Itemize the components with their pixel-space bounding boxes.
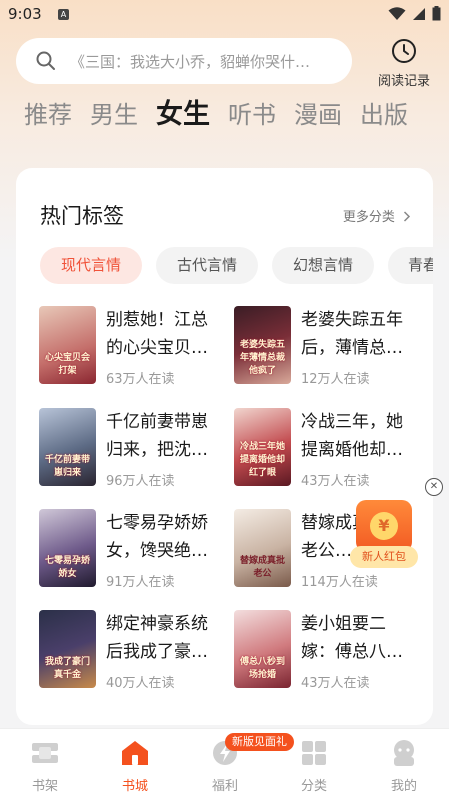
nav-bookshelf-label: 书架 (31, 779, 58, 794)
book-readers: 40万人在读 (106, 676, 175, 691)
book-title: 冷战三年，她提离婚他却… (301, 412, 403, 460)
book-readers: 91万人在读 (106, 575, 175, 590)
book-cover: 千亿前妻带崽归来 (39, 408, 96, 486)
tag-chips: 现代言情 古代言情 幻想言情 青春 (40, 247, 433, 285)
book-cover-title: 千亿前妻带崽归来 (44, 455, 90, 478)
book-readers: 12万人在读 (301, 372, 370, 387)
status-time: 9:03 (8, 5, 42, 23)
grid-category-icon (302, 741, 326, 765)
chevron-right-icon (403, 211, 411, 222)
nav-category-label: 分类 (300, 779, 327, 794)
reading-history-button[interactable]: 阅读记录 (371, 38, 437, 89)
chip-youth[interactable]: 青春 (388, 247, 433, 284)
new-user-red-packet[interactable]: ¥ 新人红包 (350, 500, 418, 572)
book-cover-title: 七零易孕娇娇女 (44, 556, 90, 579)
book-title: 姜小姐要二嫁：傅总八… (301, 614, 403, 662)
more-categories-link[interactable]: 更多分类 (343, 206, 411, 225)
tab-female[interactable]: 女生 (156, 92, 210, 131)
book-cover-title: 心尖宝贝会打架 (44, 353, 90, 376)
red-packet-label: 新人红包 (350, 546, 418, 568)
wifi-icon (388, 6, 406, 20)
book-readers: 96万人在读 (106, 474, 175, 489)
nav-profile[interactable]: 我的 (369, 739, 439, 794)
status-icons (388, 6, 441, 21)
book-item[interactable]: 心尖宝贝会打架 别惹她！江总的心尖宝贝… 63万人在读 (39, 306, 229, 387)
search-icon (36, 51, 55, 70)
nav-bookstore[interactable]: 书城 (100, 739, 170, 794)
user-avatar-icon (394, 740, 414, 766)
book-item[interactable]: 千亿前妻带崽归来 千亿前妻带崽归来，把沈… 96万人在读 (39, 408, 229, 489)
notification-app-icon: A (58, 9, 69, 20)
channel-tabs: 推荐 男生 女生 听书 漫画 出版 (24, 92, 408, 131)
more-categories-label: 更多分类 (342, 210, 395, 225)
book-item[interactable]: 我成了豪门真千金 绑定神豪系统后我成了豪… 40万人在读 (39, 610, 229, 691)
chip-fantasy-romance[interactable]: 幻想言情 (272, 247, 374, 284)
close-icon[interactable]: ✕ (425, 478, 443, 496)
nav-welfare-label: 福利 (211, 779, 238, 794)
book-cover: 老婆失踪五年薄情总裁他疯了 (234, 306, 291, 384)
nav-bookstore-label: 书城 (121, 779, 148, 794)
signal-icon (413, 7, 425, 20)
book-cover: 七零易孕娇娇女 (39, 509, 96, 587)
book-cover: 替嫁成真批老公 (234, 509, 291, 587)
search-bar[interactable]: 《三国：我选大小乔，貂蝉你哭什… (16, 38, 352, 84)
book-cover: 心尖宝贝会打架 (39, 306, 96, 384)
book-item[interactable]: 冷战三年她提离婚他却红了眼 冷战三年，她提离婚他却… 43万人在读 (234, 408, 424, 489)
book-cover: 我成了豪门真千金 (39, 610, 96, 688)
bottom-navigation: 书架 书城 福利 分类 我的 新版见面礼 (0, 728, 449, 799)
book-item[interactable]: 老婆失踪五年薄情总裁他疯了 老婆失踪五年后，薄情总… 12万人在读 (234, 306, 424, 387)
book-cover: 傅总八秒到场抢婚 (234, 610, 291, 688)
book-cover: 冷战三年她提离婚他却红了眼 (234, 408, 291, 486)
tab-audiobook[interactable]: 听书 (228, 95, 276, 130)
status-bar: 9:03 A (0, 0, 449, 30)
tab-recommend[interactable]: 推荐 (24, 95, 72, 130)
nav-profile-label: 我的 (390, 779, 417, 794)
book-cover-title: 冷战三年她提离婚他却红了眼 (239, 442, 285, 478)
book-title: 千亿前妻带崽归来，把沈… (106, 412, 208, 460)
book-item[interactable]: 七零易孕娇娇女 七零易孕娇娇女，馋哭绝… 91万人在读 (39, 509, 229, 590)
clock-icon (392, 39, 416, 63)
tab-comic[interactable]: 漫画 (294, 95, 342, 130)
book-title: 别惹她！江总的心尖宝贝… (106, 310, 208, 358)
book-item[interactable]: 傅总八秒到场抢婚 姜小姐要二嫁：傅总八… 43万人在读 (234, 610, 424, 691)
book-readers: 114万人在读 (301, 575, 378, 590)
hot-tags-title: 热门标签 (40, 204, 124, 228)
chip-ancient-romance[interactable]: 古代言情 (156, 247, 258, 284)
tab-male[interactable]: 男生 (90, 95, 138, 130)
bookshelf-icon (32, 743, 58, 763)
book-readers: 43万人在读 (301, 474, 370, 489)
chip-modern-romance[interactable]: 现代言情 (40, 247, 142, 284)
hot-tags-card: 热门标签 更多分类 现代言情 古代言情 幻想言情 青春 心尖宝贝会打架 别惹她！… (16, 168, 433, 725)
reading-history-label: 阅读记录 (377, 74, 430, 89)
book-cover-title: 老婆失踪五年薄情总裁他疯了 (239, 340, 285, 376)
book-cover-title: 我成了豪门真千金 (44, 657, 90, 680)
book-title: 老婆失踪五年后，薄情总… (301, 310, 403, 358)
tab-published[interactable]: 出版 (360, 95, 408, 130)
battery-icon (432, 6, 441, 21)
search-placeholder[interactable]: 《三国：我选大小乔，貂蝉你哭什… (70, 51, 340, 72)
yuan-coin-icon: ¥ (370, 512, 398, 540)
book-readers: 63万人在读 (106, 372, 175, 387)
nav-bookshelf[interactable]: 书架 (10, 739, 80, 794)
book-cover-title: 傅总八秒到场抢婚 (239, 657, 285, 680)
book-title: 七零易孕娇娇女，馋哭绝… (106, 513, 208, 561)
home-store-icon (122, 741, 148, 765)
book-cover-title: 替嫁成真批老公 (239, 556, 285, 579)
book-readers: 43万人在读 (301, 676, 370, 691)
book-title: 绑定神豪系统后我成了豪… (106, 614, 208, 662)
new-version-gift-badge: 新版见面礼 (225, 733, 294, 751)
